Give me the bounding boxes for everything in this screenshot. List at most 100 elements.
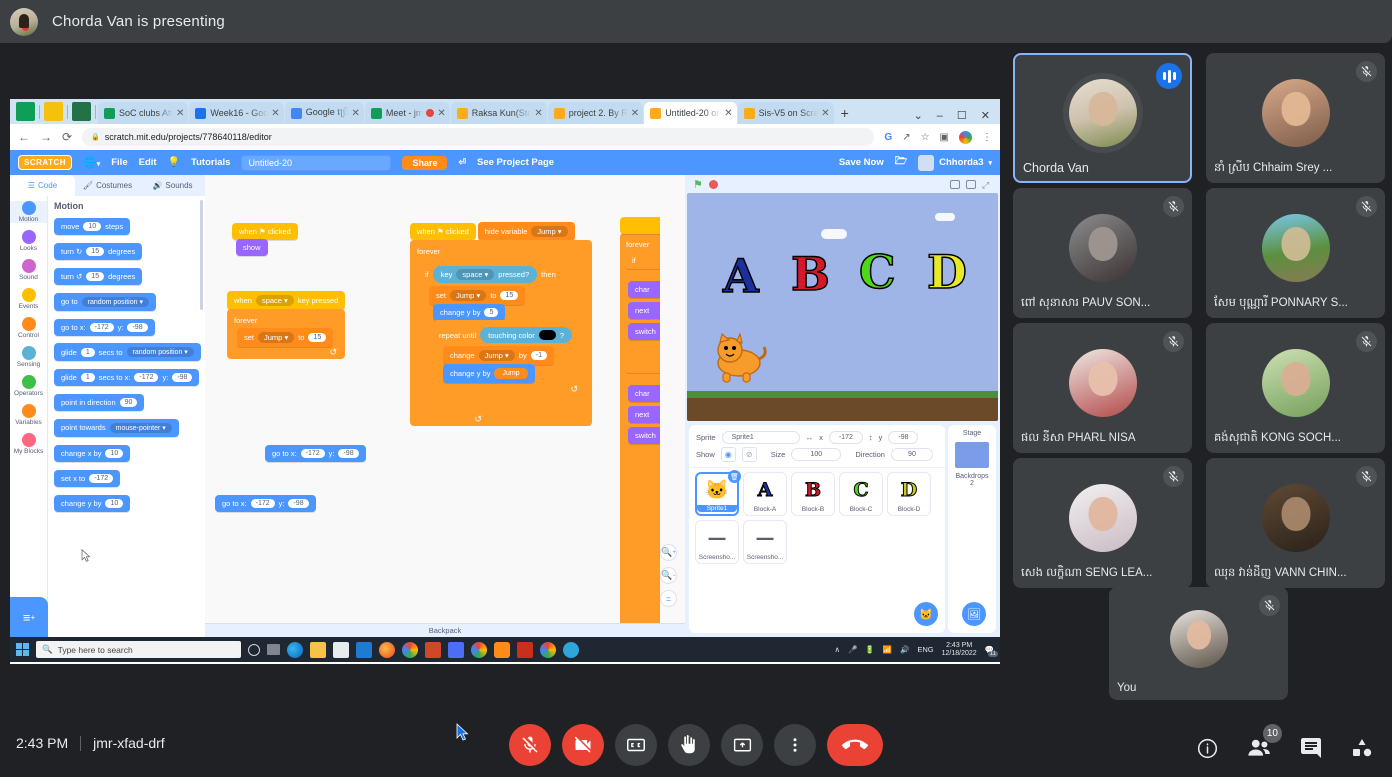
block-show[interactable]: show (236, 239, 268, 256)
close-window-button[interactable]: ✕ (981, 109, 990, 122)
block-go-to-xy-free-2[interactable]: go to x: -172 y: -98 (215, 495, 316, 512)
palette-block[interactable]: glide 1 secs to random position ▾ (54, 342, 205, 368)
y-input[interactable]: -98 (288, 499, 309, 508)
address-bar[interactable]: 🔒 scratch.mit.edu/projects/778640118/edi… (82, 128, 875, 146)
block-when-key-pressed[interactable]: when space ▾ key pressed (227, 291, 346, 310)
browser-tab[interactable]: project 2. By R ✕ (547, 102, 644, 124)
color-swatch[interactable] (538, 330, 556, 340)
participant-tile[interactable]: ពៅ សុនាសារ PAUV SON... (1013, 188, 1192, 318)
tab-search-icon[interactable]: ⌄ (914, 109, 923, 122)
palette-block-body[interactable]: go to x: -172 y: -98 (54, 318, 155, 336)
notification-icon[interactable]: 💬 11 (985, 645, 998, 657)
add-extension-button[interactable]: ≡ + (10, 597, 48, 637)
script-when-flag-show[interactable]: when ⚑ clicked show (232, 223, 298, 256)
palette-block[interactable]: change y by 10 (54, 493, 205, 518)
x-input[interactable]: -172 (300, 449, 325, 458)
sprite-thumbnail[interactable]: C Block-C (839, 472, 883, 516)
cat-sprite[interactable] (709, 332, 769, 385)
participant-tile[interactable]: ឈុន វាន់ដីញ VANN CHIN... (1206, 458, 1385, 588)
taskbar-clock[interactable]: 2:43 PM 12/18/2022 (942, 642, 977, 657)
block-partial-char1[interactable]: char (628, 281, 660, 298)
powerpoint-icon[interactable] (425, 641, 441, 658)
cortana-icon[interactable] (248, 643, 260, 656)
script-when-key-pressed[interactable]: when space ▾ key pressed forever set Jum… (227, 291, 346, 359)
browser-tab[interactable]: Google ប្រើ ✕ (284, 102, 364, 124)
google-icon[interactable]: G (884, 132, 892, 143)
stage-selector[interactable]: Stage Backdrops 2 🖼 (948, 425, 996, 633)
block-change-y-by[interactable]: change y by 5 (433, 304, 506, 321)
browser-tab[interactable]: SoC clubs Att ✕ (98, 102, 189, 124)
block-input[interactable]: 10 (83, 222, 102, 231)
sprite-size-input[interactable]: 100 (791, 448, 842, 461)
palette-block[interactable]: go to random position ▾ (54, 291, 205, 317)
scratch-menu-bar[interactable]: SCRATCH 🌐▾ File Edit 💡 Tutorials Untitle… (10, 150, 1000, 175)
explorer-icon[interactable] (310, 641, 326, 658)
participant-tile[interactable]: សែម បុណ្ណារី PONNARY S... (1206, 188, 1385, 318)
variable-dropdown[interactable]: Jump ▾ (258, 332, 295, 343)
sprite-name-input[interactable]: Sprite1 (721, 431, 800, 444)
close-tab-icon[interactable]: ✕ (631, 108, 639, 119)
block-partial-next1[interactable]: next (628, 302, 660, 319)
sprite-thumbnail[interactable]: A Block-A (743, 472, 787, 516)
sprite-thumbnail[interactable]: — Screensho... (743, 520, 787, 564)
sprite-thumbnail[interactable]: D Block-D (887, 472, 931, 516)
block-category-looks[interactable]: Looks (10, 230, 47, 252)
office-icon[interactable] (448, 641, 464, 658)
back-button[interactable]: ← (18, 130, 30, 144)
block-input[interactable]: -172 (134, 373, 159, 382)
block-partial-switch2[interactable]: switch (628, 427, 660, 444)
variable-dropdown[interactable]: Jump ▾ (450, 290, 487, 301)
browser-tab[interactable]: Untitled-20 on ✕ (644, 102, 737, 124)
block-when-flag-clicked-2[interactable]: when ⚑ clicked (410, 223, 476, 240)
sprite-direction-input[interactable]: 90 (890, 448, 933, 461)
key-dropdown[interactable]: space ▾ (456, 269, 495, 280)
menu-icon[interactable]: ⋮ (982, 132, 992, 143)
browser-tab[interactable]: Raksa Kun(Sto ✕ (450, 102, 547, 124)
block-partial-if[interactable]: if (625, 252, 660, 269)
palette-block-body[interactable]: change y by 10 (54, 494, 131, 512)
participant-tile[interactable]: គង់សុជាតិ KONG SOCH... (1206, 323, 1385, 453)
close-tab-icon[interactable]: ✕ (176, 108, 184, 119)
firefox-icon[interactable] (379, 641, 395, 658)
menu-tutorials[interactable]: Tutorials (191, 157, 230, 168)
value-input[interactable]: -1 (530, 351, 547, 360)
block-input[interactable]: 10 (105, 448, 124, 458)
window-controls[interactable]: ⌄ – ☐ ✕ (914, 109, 1000, 123)
scratch-icon[interactable] (494, 641, 510, 658)
tab-costumes[interactable]: 🖌 Costumes (75, 175, 140, 196)
block-category-sensing[interactable]: Sensing (10, 346, 47, 368)
participant-tile[interactable]: សេង លក្ខិណា SENG LEA... (1013, 458, 1192, 588)
block-category-list[interactable]: Motion Looks Sound Events Control Sensing Oper… (10, 196, 48, 637)
value-input[interactable]: 15 (308, 333, 327, 342)
block-category-operators[interactable]: Operators (10, 375, 47, 397)
share-button[interactable]: Share (402, 155, 448, 170)
browser-tab[interactable]: Sis-V5 on Scra ✕ (737, 102, 834, 124)
meet-right-controls[interactable]: 10 (1196, 724, 1374, 766)
canvas-zoom-controls[interactable]: 🔍 + 🔍 − = (660, 544, 677, 607)
stage-canvas[interactable]: A B C D (687, 193, 998, 421)
participant-tile[interactable]: នាំ ស្រីប Chhaim Srey ... (1206, 53, 1385, 183)
meeting-details-button[interactable] (1196, 737, 1219, 765)
present-button[interactable] (721, 724, 763, 766)
value-input[interactable]: 15 (500, 291, 519, 300)
block-change-y-by-var[interactable]: change y by Jump (443, 364, 535, 383)
browser-tab-strip[interactable]: SoC clubs Att ✕ Week16 - Goo ✕ Google ប្រើ ✕ M… (10, 99, 1000, 124)
sprite-thumbnail[interactable]: — Screensho... (695, 520, 739, 564)
project-name-input[interactable]: Untitled-20 (241, 154, 392, 171)
block-input[interactable]: -172 (89, 322, 114, 332)
task-view-icon[interactable] (267, 644, 280, 655)
add-backdrop-button[interactable]: 🖼 (962, 602, 986, 626)
palette-scrollbar[interactable] (200, 200, 203, 310)
block-partial-forever[interactable]: forever if char next switch char next sw… (620, 233, 660, 634)
palette-block-body[interactable]: set x to -172 (54, 469, 121, 487)
block-partial-char2[interactable]: char (628, 385, 660, 402)
block-category-my-blocks[interactable]: My Blocks (10, 433, 47, 455)
raise-hand-button[interactable] (668, 724, 710, 766)
search-input[interactable]: 🔍 Type here to search (36, 641, 241, 658)
store-icon[interactable] (333, 641, 349, 658)
block-forever-2[interactable]: forever if key space ▾ pressed? then set… (410, 240, 592, 426)
scratch-editor-tabs[interactable]: ☰ Code 🖌 Costumes 🔊 Sounds (10, 175, 205, 196)
small-stage-icon[interactable] (950, 179, 960, 189)
delete-sprite-icon[interactable]: 🗑 (728, 470, 741, 483)
value-input[interactable]: 5 (484, 308, 499, 317)
